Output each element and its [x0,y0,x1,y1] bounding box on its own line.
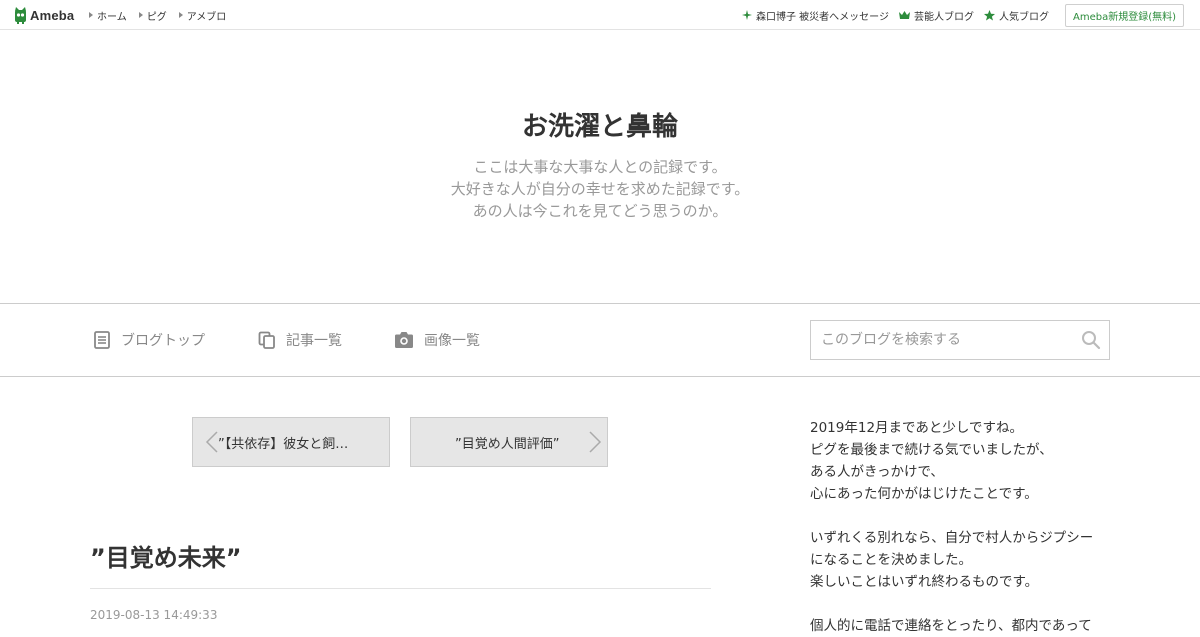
search-input[interactable] [811,321,1081,359]
caret-right-icon [178,12,183,18]
link-label: 芸能人ブログ [913,11,974,23]
search-icon[interactable] [1081,330,1101,350]
tab-image-list[interactable]: 画像一覧 [394,304,480,376]
next-entry-button[interactable]: ”目覚め人間評価” [410,417,608,467]
caret-right-icon [89,12,93,18]
profile-text-line: 楽しいことはいずれ終わるものです。 [810,574,1039,590]
global-nav: ホーム ピグ アメブロ [89,0,238,30]
register-button[interactable]: Ameba新規登録(無料) [1064,3,1184,27]
nav-label: ホーム [97,11,127,23]
nav-label: アメブロ [186,11,227,23]
sparkle-icon [742,10,752,20]
copy-icon [258,331,275,349]
blog-title[interactable]: お洗濯と鼻輪 [0,110,1200,144]
sidebar-profile: 2019年12月まであと少しですね。 ピグを最後まで続ける気でいましたが、 ある… [810,417,1120,637]
profile-text-line: 心にあった何かがはじけたことです。 [810,486,1038,502]
link-label: 人気ブログ [998,11,1049,23]
crown-icon [898,11,910,19]
article-date: 2019-08-13 14:49:33 [90,608,218,622]
blog-nav: ブログトップ 記事一覧 画像一覧 [0,304,1200,377]
prev-entry-label: ”【共依存】彼女と飼… [218,436,349,452]
nav-home-link[interactable]: ホーム [89,8,127,23]
star-icon [983,9,995,20]
nav-pigg-link[interactable]: ピグ [138,8,167,23]
prev-entry-button[interactable]: ”【共依存】彼女と飼… [192,417,390,467]
nav-label: ピグ [146,11,167,23]
document-icon [94,331,110,349]
ameba-mascot-icon [15,6,26,24]
logo-text: Ameba [30,7,75,23]
chevron-right-icon [589,431,602,453]
blog-header: お洗濯と鼻輪 ここは大事な大事な人との記録です。 大好きな人が自分の幸せを求めた… [0,30,1200,304]
title-divider [90,588,711,589]
popular-blog-link[interactable]: 人気ブログ [983,8,1049,23]
tab-label: 記事一覧 [286,333,342,349]
message-link[interactable]: 森口博子 被災者へメッセージ [742,8,889,23]
blog-description: ここは大事な大事な人との記録です。 大好きな人が自分の幸せを求めた記録です。 あ… [0,156,1200,222]
next-entry-label: ”目覚め人間評価” [455,436,560,452]
profile-text-line: になることを決めました。 [810,552,972,568]
tab-blog-top[interactable]: ブログトップ [93,304,205,376]
chevron-left-icon [205,431,218,453]
camera-icon [395,332,413,348]
nav-ameblo-link[interactable]: アメブロ [178,8,227,23]
description-line: あの人は今これを見てどう思うのか。 [472,202,728,220]
global-header: Ameba ホーム ピグ アメブロ 森口博子 被災者へメッセージ 芸能人ブログ … [0,0,1200,30]
profile-text-line: 2019年12月まであと少しですね。 [810,420,1023,436]
caret-right-icon [138,12,143,18]
description-line: 大好きな人が自分の幸せを求めた記録です。 [450,180,750,198]
tab-label: 画像一覧 [424,333,480,349]
global-header-right: 森口博子 被災者へメッセージ 芸能人ブログ 人気ブログ Ameba新規登録(無料… [732,0,1184,30]
blog-search [810,320,1110,360]
link-label: 森口博子 被災者へメッセージ [756,11,889,23]
profile-text-line: いずれくる別れなら、自分で村人からジプシー [810,530,1094,546]
article-title[interactable]: ”目覚め未来” [90,538,242,573]
profile-text-line: ある人がきっかけで、 [810,464,944,480]
profile-text-line: ピグを最後まで続ける気でいましたが、 [810,442,1053,458]
celebrity-blog-link[interactable]: 芸能人ブログ [898,8,974,23]
tab-label: ブログトップ [121,333,205,349]
tab-entry-list[interactable]: 記事一覧 [258,304,342,376]
description-line: ここは大事な大事な人との記録です。 [473,158,727,176]
ameba-logo[interactable]: Ameba [13,6,74,24]
profile-text-line: 個人的に電話で連絡をとったり、都内であって [810,618,1092,634]
